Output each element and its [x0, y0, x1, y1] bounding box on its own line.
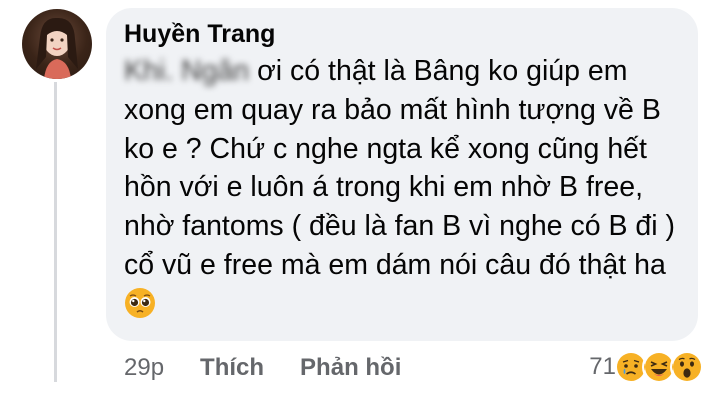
comment-text: Khi. Ngân ơi có thật là Bâng ko giúp em …	[124, 52, 676, 324]
pleading-face-icon	[124, 287, 156, 319]
avatar[interactable]	[22, 9, 92, 79]
comment-author[interactable]: Huyền Trang	[124, 18, 676, 50]
comment-timestamp[interactable]: 29p	[124, 354, 164, 382]
redacted-name: Khi. Ngân	[124, 55, 250, 87]
comment-bubble: Huyền Trang Khi. Ngân ơi có thật là Bâng…	[106, 8, 698, 341]
like-button[interactable]: Thích	[200, 354, 264, 382]
wow-face-icon	[670, 350, 704, 384]
reply-button[interactable]: Phản hồi	[300, 354, 401, 382]
comment-actions: 29p Thích Phản hồi	[124, 350, 437, 386]
reaction-count: 71	[589, 353, 616, 380]
reaction-summary[interactable]: 71	[589, 349, 704, 385]
thread-line	[54, 82, 57, 382]
